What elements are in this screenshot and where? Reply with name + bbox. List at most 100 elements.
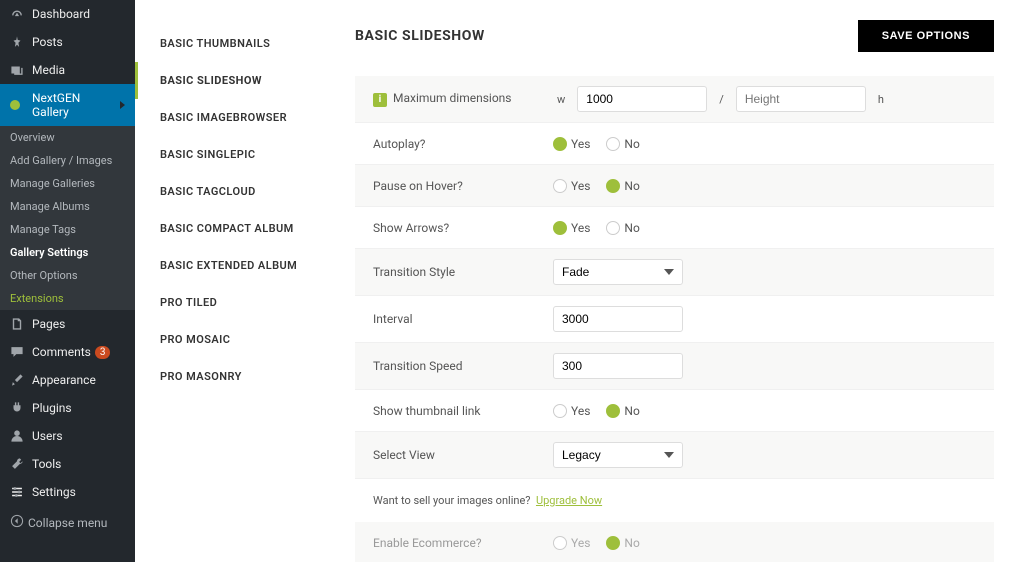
collapse-icon xyxy=(10,514,28,531)
wp-subnav-manage-galleries[interactable]: Manage Galleries xyxy=(0,172,135,195)
gallery-type-basic-extended-album[interactable]: BASIC EXTENDED ALBUM xyxy=(135,247,345,284)
wp-nav-label: Users xyxy=(28,429,63,443)
wp-nav-posts[interactable]: Posts xyxy=(0,28,135,56)
info-icon[interactable]: i xyxy=(373,93,387,107)
gallery-type-pro-masonry[interactable]: PRO MASONRY xyxy=(135,358,345,395)
wp-nav-label: Comments xyxy=(28,345,91,359)
page-icon xyxy=(10,317,28,331)
wp-subnav-gallery-settings[interactable]: Gallery Settings xyxy=(0,241,135,264)
radio-dot-icon xyxy=(606,137,620,151)
autoplay-yes-radio[interactable]: Yes xyxy=(553,137,590,151)
radio-label: Yes xyxy=(571,536,590,550)
radio-label: Yes xyxy=(571,221,590,235)
divider-slash: / xyxy=(719,93,724,106)
radio-dot-icon xyxy=(553,221,567,235)
dashboard-icon xyxy=(10,7,28,21)
max-dimensions-label: iMaximum dimensions xyxy=(373,91,553,107)
wp-nav-tools[interactable]: Tools xyxy=(0,450,135,478)
wp-subnav-manage-albums[interactable]: Manage Albums xyxy=(0,195,135,218)
media-icon xyxy=(10,63,28,77)
pause-label: Pause on Hover? xyxy=(373,179,553,193)
radio-dot-icon xyxy=(553,137,567,151)
user-icon xyxy=(10,429,28,443)
radio-label: Yes xyxy=(571,404,590,418)
radio-label: No xyxy=(624,404,639,418)
wp-nav-label: Tools xyxy=(28,457,61,471)
ng-icon xyxy=(10,100,28,110)
interval-input[interactable] xyxy=(553,306,683,332)
radio-dot-icon xyxy=(606,179,620,193)
arrows-no-radio[interactable]: No xyxy=(606,221,639,235)
ecommerce-no-radio[interactable]: No xyxy=(606,536,639,550)
wp-nav-label: Media xyxy=(28,63,65,77)
interval-label: Interval xyxy=(373,312,553,326)
wp-nav-users[interactable]: Users xyxy=(0,422,135,450)
transition-style-select[interactable]: Fade xyxy=(553,259,683,285)
speed-label: Transition Speed xyxy=(373,359,553,373)
gallery-type-basic-compact-album[interactable]: BASIC COMPACT ALBUM xyxy=(135,210,345,247)
wp-subnav-manage-tags[interactable]: Manage Tags xyxy=(0,218,135,241)
pin-icon xyxy=(10,35,28,49)
autoplay-label: Autoplay? xyxy=(373,137,553,151)
wp-nav-settings[interactable]: Settings xyxy=(0,478,135,506)
gallery-type-pro-mosaic[interactable]: PRO MOSAIC xyxy=(135,321,345,358)
gallery-type-pro-tiled[interactable]: PRO TILED xyxy=(135,284,345,321)
page-title: BASIC SLIDESHOW xyxy=(355,28,485,44)
radio-label: No xyxy=(624,221,639,235)
thumb-link-no-radio[interactable]: No xyxy=(606,404,639,418)
ecommerce-label: Enable Ecommerce? xyxy=(373,536,553,550)
wp-nav-comments[interactable]: Comments3 xyxy=(0,338,135,366)
wp-nav-dashboard[interactable]: Dashboard xyxy=(0,0,135,28)
wp-subnav-extensions[interactable]: Extensions xyxy=(0,287,135,310)
radio-dot-icon xyxy=(606,404,620,418)
wp-subnav-other-options[interactable]: Other Options xyxy=(0,264,135,287)
gallery-type-basic-thumbnails[interactable]: BASIC THUMBNAILS xyxy=(135,25,345,62)
save-options-button[interactable]: SAVE OPTIONS xyxy=(858,20,994,52)
submenu-arrow-icon xyxy=(120,101,125,109)
radio-label: No xyxy=(624,536,639,550)
max-height-input[interactable] xyxy=(736,86,866,112)
radio-label: Yes xyxy=(571,137,590,151)
wp-nav-label: Posts xyxy=(28,35,63,49)
radio-dot-icon xyxy=(553,404,567,418)
wp-nav-appearance[interactable]: Appearance xyxy=(0,366,135,394)
pause-no-radio[interactable]: No xyxy=(606,179,639,193)
gallery-type-basic-tagcloud[interactable]: BASIC TAGCLOUD xyxy=(135,173,345,210)
radio-dot-icon xyxy=(553,536,567,550)
wp-admin-sidebar: Dashboard Posts Media NextGEN GalleryOvervi… xyxy=(0,0,135,562)
wrench-icon xyxy=(10,457,28,471)
radio-label: No xyxy=(624,179,639,193)
upgrade-now-link[interactable]: Upgrade Now xyxy=(536,494,602,507)
collapse-label: Collapse menu xyxy=(28,516,107,530)
arrows-yes-radio[interactable]: Yes xyxy=(553,221,590,235)
wp-nav-nextgen-gallery[interactable]: NextGEN Gallery xyxy=(0,84,135,126)
radio-dot-icon xyxy=(553,179,567,193)
wp-subnav-overview[interactable]: Overview xyxy=(0,126,135,149)
speed-input[interactable] xyxy=(553,353,683,379)
width-unit-label: w xyxy=(557,93,565,106)
thumb-link-yes-radio[interactable]: Yes xyxy=(553,404,590,418)
pause-yes-radio[interactable]: Yes xyxy=(553,179,590,193)
ecommerce-yes-radio[interactable]: Yes xyxy=(553,536,590,550)
upsell-prompt: Want to sell your images online? xyxy=(373,494,531,507)
wp-subnav-add-gallery-images[interactable]: Add Gallery / Images xyxy=(0,149,135,172)
gallery-type-basic-singlepic[interactable]: BASIC SINGLEPIC xyxy=(135,136,345,173)
wp-nav-label: Appearance xyxy=(28,373,96,387)
wp-nav-media[interactable]: Media xyxy=(0,56,135,84)
select-view-select[interactable]: Legacy xyxy=(553,442,683,468)
plug-icon xyxy=(10,401,28,415)
radio-dot-icon xyxy=(606,536,620,550)
transition-style-label: Transition Style xyxy=(373,265,553,279)
brush-icon xyxy=(10,373,28,387)
collapse-menu-button[interactable]: Collapse menu xyxy=(0,506,135,539)
wp-nav-plugins[interactable]: Plugins xyxy=(0,394,135,422)
sliders-icon xyxy=(10,485,28,499)
max-width-input[interactable] xyxy=(577,86,707,112)
radio-dot-icon xyxy=(606,221,620,235)
gallery-type-basic-slideshow[interactable]: BASIC SLIDESHOW xyxy=(135,62,345,99)
wp-nav-pages[interactable]: Pages xyxy=(0,310,135,338)
autoplay-no-radio[interactable]: No xyxy=(606,137,639,151)
wp-nav-label: Dashboard xyxy=(28,7,90,21)
settings-content: BASIC SLIDESHOW SAVE OPTIONS iMaximum di… xyxy=(345,0,1024,562)
gallery-type-basic-imagebrowser[interactable]: BASIC IMAGEBROWSER xyxy=(135,99,345,136)
